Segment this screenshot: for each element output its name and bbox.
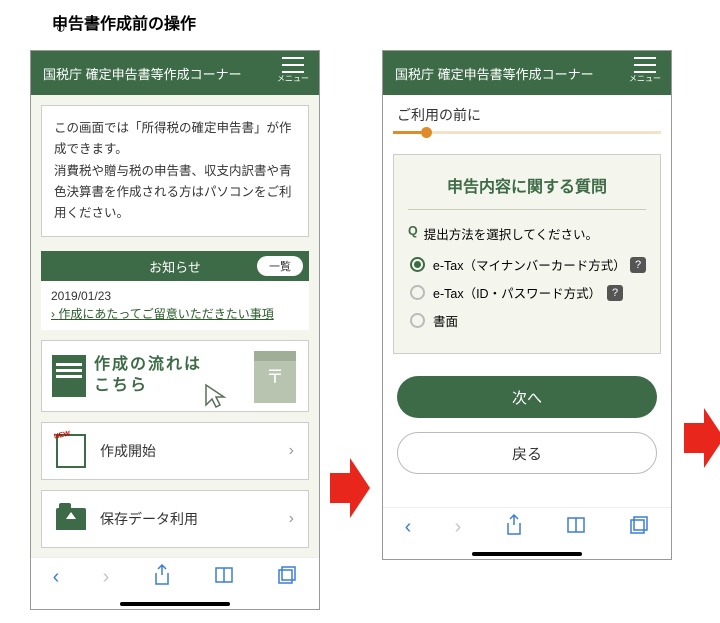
screenshot-right: 国税庁 確定申告書等作成コーナー メニュー ご利用の前に 申告内容に関する質問 … (382, 50, 672, 560)
radio-icon (410, 285, 425, 300)
question-badge: Q (408, 224, 418, 238)
home-indicator (120, 602, 230, 606)
screenshot-left: 国税庁 確定申告書等作成コーナー メニュー この画面では「所得税の確定申告書」が… (30, 50, 320, 610)
cursor-icon (204, 383, 230, 409)
notice-list-button[interactable]: 一覧 (257, 256, 303, 276)
hamburger-icon (634, 57, 656, 73)
flow-banner-button[interactable]: 作成の流れは こちら (41, 340, 309, 412)
browser-back-icon[interactable]: ‹ (53, 566, 60, 589)
page-title: 申告書作成前の操作 (52, 16, 196, 33)
info-text: この画面では「所得税の確定申告書」が作成できます。 消費税や贈与税の申告書、収支… (41, 105, 309, 237)
question-section-title: 申告内容に関する質問 (408, 173, 646, 210)
progress-bar (393, 131, 661, 134)
browser-tabs-icon[interactable] (277, 565, 297, 591)
radio-option-mynumber[interactable]: e-Tax（マイナンバーカード方式） ? (410, 255, 646, 274)
red-arrow-icon (684, 408, 720, 468)
app-title: 国税庁 確定申告書等作成コーナー (395, 64, 594, 83)
browser-forward-icon[interactable]: › (455, 516, 462, 539)
browser-bookmarks-icon[interactable] (566, 516, 586, 540)
browser-tabs-icon[interactable] (629, 515, 649, 541)
app-header: 国税庁 確定申告書等作成コーナー メニュー (383, 51, 671, 95)
back-button[interactable]: 戻る (397, 432, 657, 474)
browser-share-icon[interactable] (505, 514, 523, 542)
radio-icon (410, 313, 425, 328)
menu-label: メニュー (629, 73, 661, 84)
red-arrow-icon (330, 458, 370, 518)
notice-item: 2019/01/23 作成にあたってご留意いただきたい事項 (41, 281, 309, 330)
browser-share-icon[interactable] (153, 564, 171, 592)
home-indicator (472, 552, 582, 556)
menu-label: メニュー (277, 73, 309, 84)
help-icon[interactable]: ? (607, 285, 623, 301)
chevron-right-icon: › (289, 510, 294, 528)
radio-icon (410, 257, 425, 272)
app-header: 国税庁 確定申告書等作成コーナー メニュー (31, 51, 319, 95)
browser-toolbar: ‹ › (31, 557, 319, 597)
chevron-right-icon: › (289, 442, 294, 460)
notice-link[interactable]: 作成にあたってご留意いただきたい事項 (51, 305, 274, 322)
help-icon[interactable]: ? (630, 257, 646, 273)
notice-title: お知らせ (149, 257, 201, 276)
app-title: 国税庁 確定申告書等作成コーナー (43, 64, 242, 83)
question-text: 提出方法を選択してください。 (424, 224, 598, 243)
flow-banner-text: 作成の流れは こちら (94, 355, 202, 397)
new-document-icon: NEW (56, 434, 86, 468)
notice-header: お知らせ 一覧 (41, 251, 309, 281)
use-saved-data-button[interactable]: 保存データ利用 › (41, 490, 309, 548)
radio-option-paper[interactable]: 書面 (410, 311, 646, 330)
radio-option-idpw[interactable]: e-Tax（ID・パスワード方式） ? (410, 283, 646, 302)
section-marker: ○ (56, 20, 66, 38)
browser-bookmarks-icon[interactable] (214, 566, 234, 590)
document-icon (52, 355, 86, 397)
breadcrumb: ご利用の前に (383, 95, 671, 131)
next-button[interactable]: 次へ (397, 376, 657, 418)
menu-button[interactable]: メニュー (277, 57, 309, 84)
progress-indicator (421, 127, 432, 138)
question-panel: 申告内容に関する質問 Q 提出方法を選択してください。 e-Tax（マイナンバー… (393, 154, 661, 354)
hamburger-icon (282, 57, 304, 73)
folder-upload-icon (56, 508, 86, 530)
notice-date: 2019/01/23 (51, 289, 299, 303)
browser-back-icon[interactable]: ‹ (405, 516, 412, 539)
browser-forward-icon[interactable]: › (103, 566, 110, 589)
postbox-icon (254, 351, 296, 403)
browser-toolbar: ‹ › (383, 507, 671, 547)
menu-button[interactable]: メニュー (629, 57, 661, 84)
start-create-button[interactable]: NEW 作成開始 › (41, 422, 309, 480)
